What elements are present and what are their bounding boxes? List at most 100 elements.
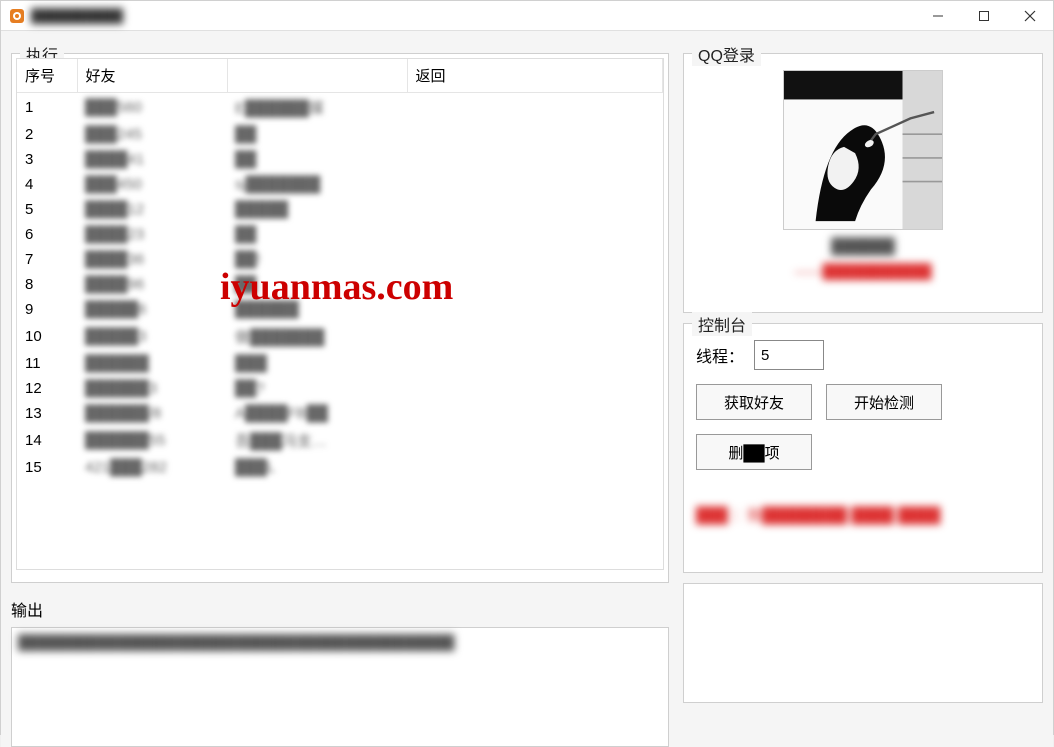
cell-ret bbox=[407, 93, 663, 123]
cell-seq: 3 bbox=[17, 147, 77, 172]
cell-ret bbox=[407, 401, 663, 426]
right-column: QQ登录 bbox=[683, 41, 1043, 747]
col-friend-header[interactable]: 好友 bbox=[77, 59, 227, 93]
cell-nick: ██! bbox=[227, 247, 407, 272]
cell-seq: 7 bbox=[17, 247, 77, 272]
login-panel-inner: ██████ ——███████████ bbox=[684, 54, 1042, 289]
content-area: iyuanmas.com 执行 序号 好友 返回 bbox=[1, 31, 1053, 747]
window-controls bbox=[915, 1, 1053, 31]
exec-panel: 执行 序号 好友 返回 1███ bbox=[11, 53, 669, 583]
table-row[interactable]: 12██████3██? bbox=[17, 376, 663, 401]
titlebar-left: ██████████ bbox=[9, 8, 123, 24]
col-seq-header[interactable]: 序号 bbox=[17, 59, 77, 93]
cell-ret bbox=[407, 147, 663, 172]
cell-nick: sj███████ bbox=[227, 172, 407, 197]
login-subtitle: ——███████████ bbox=[794, 263, 931, 279]
cell-friend: ███450 bbox=[77, 172, 227, 197]
cell-seq: 6 bbox=[17, 222, 77, 247]
cell-ret bbox=[407, 426, 663, 455]
thread-label: 线程： bbox=[696, 343, 744, 367]
cell-seq: 15 bbox=[17, 455, 77, 480]
table-row[interactable]: 4███450sj███████ bbox=[17, 172, 663, 197]
cell-nick: ██ bbox=[227, 122, 407, 147]
table-row[interactable]: 13██████/8A████FB██ bbox=[17, 401, 663, 426]
cell-ret bbox=[407, 376, 663, 401]
table-row[interactable]: 8████96██ bbox=[17, 272, 663, 297]
exec-table: 序号 好友 返回 1███560E██████媒2███245██3████41… bbox=[17, 59, 663, 480]
delete-item-button[interactable]: 删██项 bbox=[696, 434, 812, 470]
thread-input[interactable] bbox=[754, 340, 824, 370]
cell-seq: 4 bbox=[17, 172, 77, 197]
cell-nick: █████ bbox=[227, 197, 407, 222]
table-row[interactable]: 15421███282███L bbox=[17, 455, 663, 480]
cell-nick: 吾███冯支… bbox=[227, 426, 407, 455]
fetch-friends-button[interactable]: 获取好友 bbox=[696, 384, 812, 420]
minimize-icon bbox=[932, 10, 944, 22]
table-row[interactable]: 5████12█████ bbox=[17, 197, 663, 222]
app-icon bbox=[9, 8, 25, 24]
table-row[interactable]: 14██████55吾███冯支… bbox=[17, 426, 663, 455]
avatar-image bbox=[784, 71, 942, 229]
login-username: ██████ bbox=[831, 238, 895, 255]
table-row[interactable]: 2███245██ bbox=[17, 122, 663, 147]
cell-nick: ██████ bbox=[227, 297, 407, 322]
cell-nick: ██ bbox=[227, 222, 407, 247]
cell-seq: 14 bbox=[17, 426, 77, 455]
cell-ret bbox=[407, 197, 663, 222]
cell-nick: ███L bbox=[227, 455, 407, 480]
avatar[interactable] bbox=[783, 70, 943, 230]
output-box[interactable]: ████████████████████████████████████████… bbox=[11, 627, 669, 747]
control-bottom-text: ███ ：致████████ ████ ████ bbox=[696, 504, 1030, 525]
close-button[interactable] bbox=[1007, 1, 1053, 31]
table-row[interactable]: 1███560E██████媒 bbox=[17, 93, 663, 123]
cell-seq: 12 bbox=[17, 376, 77, 401]
cell-nick: ██ bbox=[227, 272, 407, 297]
cell-friend: ████41 bbox=[77, 147, 227, 172]
control-panel: 控制台 线程： 获取好友 开始检测 删██项 ███ ：致████████ ██… bbox=[683, 323, 1043, 573]
bottom-empty-panel bbox=[683, 583, 1043, 703]
cell-ret bbox=[407, 322, 663, 351]
window-title: ██████████ bbox=[31, 8, 123, 23]
cell-ret bbox=[407, 297, 663, 322]
cell-nick: ██ bbox=[227, 147, 407, 172]
cell-friend: ████96 bbox=[77, 272, 227, 297]
cell-friend: 421███282 bbox=[77, 455, 227, 480]
table-row[interactable]: 11█████████ bbox=[17, 351, 663, 376]
control-panel-title: 控制台 bbox=[692, 312, 752, 336]
cell-ret bbox=[407, 222, 663, 247]
cell-seq: 2 bbox=[17, 122, 77, 147]
table-row[interactable]: 7████36██! bbox=[17, 247, 663, 272]
control-panel-inner: 线程： 获取好友 开始检测 删██项 ███ ：致████████ ████ █… bbox=[684, 324, 1042, 541]
col-nick-header[interactable] bbox=[227, 59, 407, 93]
minimize-button[interactable] bbox=[915, 1, 961, 31]
output-label: 输出 bbox=[11, 597, 669, 621]
cell-seq: 1 bbox=[17, 93, 77, 123]
cell-nick: ███ bbox=[227, 351, 407, 376]
start-detect-button[interactable]: 开始检测 bbox=[826, 384, 942, 420]
cell-friend: ██████ bbox=[77, 351, 227, 376]
left-column: 执行 序号 好友 返回 1███ bbox=[11, 41, 669, 747]
cell-nick: ██? bbox=[227, 376, 407, 401]
cell-friend: ███560 bbox=[77, 93, 227, 123]
col-ret-header[interactable]: 返回 bbox=[407, 59, 663, 93]
table-row[interactable]: 10█████3做███████ bbox=[17, 322, 663, 351]
table-row[interactable]: 6████23██ bbox=[17, 222, 663, 247]
cell-ret bbox=[407, 272, 663, 297]
cell-friend: ███245 bbox=[77, 122, 227, 147]
login-panel: QQ登录 bbox=[683, 53, 1043, 313]
cell-nick: E██████媒 bbox=[227, 93, 407, 123]
maximize-button[interactable] bbox=[961, 1, 1007, 31]
cell-friend: ████12 bbox=[77, 197, 227, 222]
cell-nick: 做███████ bbox=[227, 322, 407, 351]
maximize-icon bbox=[978, 10, 990, 22]
app-window: ██████████ iyuanmas.com 执行 bbox=[0, 0, 1054, 735]
cell-seq: 8 bbox=[17, 272, 77, 297]
exec-table-scroll[interactable]: 序号 好友 返回 1███560E██████媒2███245██3████41… bbox=[16, 58, 664, 570]
table-row[interactable]: 3████41██ bbox=[17, 147, 663, 172]
cell-friend: ████23 bbox=[77, 222, 227, 247]
cell-friend: ██████/8 bbox=[77, 401, 227, 426]
cell-friend: ██████3 bbox=[77, 376, 227, 401]
cell-friend: ██████55 bbox=[77, 426, 227, 455]
table-row[interactable]: 9█████6██████ bbox=[17, 297, 663, 322]
close-icon bbox=[1024, 10, 1036, 22]
